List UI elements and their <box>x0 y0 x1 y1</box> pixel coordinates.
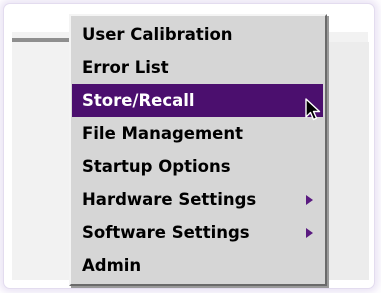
menu-item-file-management[interactable]: File Management <box>71 117 325 150</box>
submenu-arrow-icon <box>306 195 313 205</box>
menu-item-store-recall[interactable]: Store/Recall <box>72 84 323 117</box>
menu-item-label: Error List <box>82 58 169 77</box>
mouse-pointer-icon <box>305 98 321 121</box>
app-tab-indicator <box>12 38 70 42</box>
context-menu: User Calibration Error List Store/Recall… <box>69 14 327 286</box>
menu-item-label: User Calibration <box>82 25 233 44</box>
menu-item-admin[interactable]: Admin <box>71 249 325 282</box>
menu-item-label: Admin <box>82 256 142 275</box>
submenu-arrow-icon <box>306 228 313 238</box>
menu-item-error-list[interactable]: Error List <box>71 51 325 84</box>
menu-item-hardware-settings[interactable]: Hardware Settings <box>71 183 325 216</box>
menu-item-label: Store/Recall <box>82 91 195 110</box>
menu-item-label: File Management <box>82 124 243 143</box>
menu-item-label: Software Settings <box>82 223 250 242</box>
menu-item-startup-options[interactable]: Startup Options <box>71 150 325 183</box>
menu-item-label: Startup Options <box>82 157 231 176</box>
menu-item-software-settings[interactable]: Software Settings <box>71 216 325 249</box>
menu-item-user-calibration[interactable]: User Calibration <box>71 18 325 51</box>
menu-item-label: Hardware Settings <box>82 190 257 209</box>
